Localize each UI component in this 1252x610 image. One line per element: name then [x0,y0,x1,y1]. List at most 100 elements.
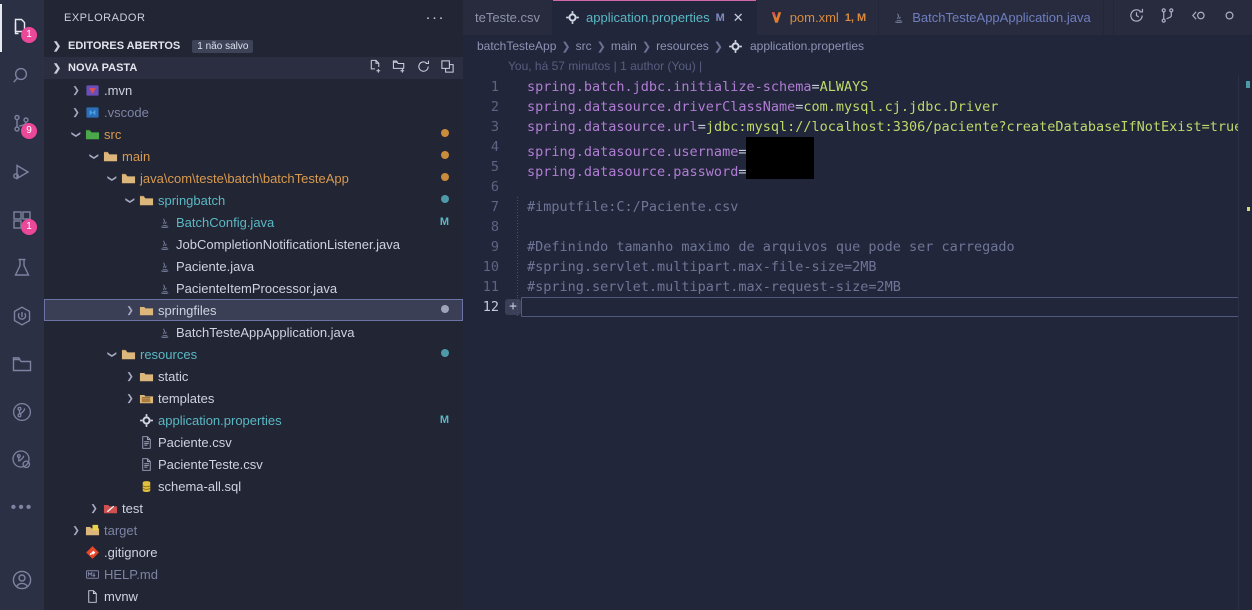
new-file-icon[interactable] [368,59,383,77]
code-token: #imputfile:C:/Paciente.csv [527,199,739,215]
tree-item-help-md[interactable]: HELP.md [44,563,463,585]
git-status-dot [441,150,449,162]
activity-bar-more-button[interactable]: ••• [0,484,44,532]
section-open-editors[interactable]: ❯ EDITORES ABERTOS 1 não salvo [44,35,463,57]
line-number: 8 [463,217,509,237]
tree-item-templates[interactable]: ❯ templates [44,387,463,409]
code-line[interactable]: spring.datasource.username= [509,137,1252,160]
code-line[interactable]: #imputfile:C:/Paciente.csv [509,197,1252,217]
activity-item-testing[interactable] [0,244,44,292]
tree-item-label: PacienteItemProcessor.java [176,280,338,296]
tree-item-schema-all-sql[interactable]: schema-all.sql [44,475,463,497]
close-icon[interactable]: ✕ [733,10,744,26]
tree-item-label: schema-all.sql [158,478,242,494]
file-tree[interactable]: ❯ .mvn ❯ .vscode ❯ src ❯ main ❯ java\com\teste\ba… [44,79,463,610]
code-line[interactable]: #spring.servlet.multipart.max-request-si… [509,277,1252,297]
code-line[interactable]: spring.datasource.password= [509,157,1252,180]
editor-tab-label: pom.xml [789,10,839,25]
activity-item-explorer[interactable]: 1 [0,4,44,52]
line-number: 2 [463,97,509,117]
breadcrumb-item[interactable]: main [611,39,637,53]
code-line[interactable]: spring.datasource.url=jdbc:mysql://local… [509,117,1252,137]
tree-item-application-properties[interactable]: application.properties M [44,409,463,431]
activity-item-source-control[interactable]: 9 [0,100,44,148]
code-line[interactable] [509,177,1252,197]
activity-bar: 1 9 1 ••• [0,0,44,610]
code-line[interactable]: #Definindo tamanho maximo de arquivos qu… [509,237,1252,257]
activity-item-account[interactable] [0,556,44,604]
tree-item-springbatch[interactable]: ❯ springbatch [44,189,463,211]
code-editor[interactable]: 1 2 3 4 5 6 7 8 9 10 11 12 + spring.batch.jdbc.initi… [463,75,1252,610]
tree-item-label: java\com\teste\batch\batchTesteApp [140,170,349,186]
code-line[interactable]: #spring.servlet.multipart.max-file-size=… [509,257,1252,277]
code-line[interactable]: spring.datasource.driverClassName=com.my… [509,97,1252,117]
new-folder-icon[interactable] [392,59,407,77]
activity-item-run-and-debug[interactable] [0,148,44,196]
activity-item-extensions[interactable]: 1 [0,196,44,244]
maven-folder-icon [82,83,102,98]
section-workspace-folder[interactable]: ❯ NOVA PASTA [44,57,463,79]
gear-file-icon [136,413,156,428]
overview-ruler[interactable] [1238,75,1252,610]
tree-item-label: BatchTesteAppApplication.java [176,324,355,340]
code-line[interactable] [509,217,1252,237]
tree-item-pacienteitemprocessor-java[interactable]: PacienteItemProcessor.java [44,277,463,299]
chevron-down-icon: ❯ [107,350,118,358]
tree-item-springfiles[interactable]: ❯ springfiles [44,299,463,321]
refresh-icon[interactable] [416,59,431,77]
tree-item-paciente-java[interactable]: Paciente.java [44,255,463,277]
open-changes-icon[interactable] [1190,7,1207,29]
tree-item-test[interactable]: ❯ test [44,497,463,519]
editor-tab-teteste-csv[interactable]: teTeste.csv [463,0,554,35]
split-editor-icon[interactable] [1159,7,1176,29]
tree-item-resources[interactable]: ❯ resources [44,343,463,365]
collapse-all-icon[interactable] [440,59,455,77]
activity-item-project-explorer[interactable] [0,340,44,388]
line-number-text: 7 [490,199,499,215]
more-actions-icon[interactable] [1221,7,1238,29]
breadcrumb-item[interactable]: src [576,39,592,53]
tree-item-batchconfig-java[interactable]: BatchConfig.java M [44,211,463,233]
line-number: 11 [463,277,509,297]
line-number: 5 [463,157,509,177]
code-line[interactable] [509,297,1252,317]
editor-tab-application-properties[interactable]: application.properties M ✕ [553,0,757,35]
code-content[interactable]: spring.batch.jdbc.initialize-schema=ALWA… [509,75,1252,610]
line-number: 3 [463,117,509,137]
chevron-down-icon: ❯ [71,130,82,138]
indent-guide [517,197,518,217]
breadcrumb-item[interactable]: resources [656,39,709,53]
chevron-right-icon: ❯ [90,502,98,513]
tree-item-java-com-teste-batch-batchtesteapp[interactable]: ❯ java\com\teste\batch\batchTesteApp [44,167,463,189]
tree-item-batchtesteappapplication-java[interactable]: BatchTesteAppApplication.java [44,321,463,343]
tree-item-static[interactable]: ❯ static [44,365,463,387]
tree-item-main[interactable]: ❯ main [44,145,463,167]
sidebar-more-actions-button[interactable]: ··· [426,9,456,26]
tree-item-pacienteteste-csv[interactable]: PacienteTeste.csv [44,453,463,475]
tree-item--vscode[interactable]: ❯ .vscode [44,101,463,123]
editor-tab-label: BatchTesteAppApplication.java [912,10,1091,25]
code-line[interactable]: spring.batch.jdbc.initialize-schema=ALWA… [509,77,1252,97]
activity-item-spring-boot-dashboard[interactable] [0,292,44,340]
breadcrumb-item[interactable]: batchTesteApp [477,39,556,53]
tree-item-label: mvnw [104,588,138,604]
tree-item-src[interactable]: ❯ src [44,123,463,145]
activity-item-git-graph[interactable] [0,388,44,436]
editor-tab-pom-xml[interactable]: pom.xml 1, M [757,0,880,35]
breadcrumb-item[interactable]: application.properties [750,39,864,53]
activity-item-git-search[interactable] [0,436,44,484]
editor-tab-batchtesteappapplication-java[interactable]: BatchTesteAppApplication.java [879,0,1104,35]
timeline-icon[interactable] [1128,7,1145,29]
breadcrumb[interactable]: batchTesteApp ❯ src ❯ main ❯ resources ❯ applica… [463,35,1252,57]
tree-item-target[interactable]: ❯ target [44,519,463,541]
tree-item-paciente-csv[interactable]: Paciente.csv [44,431,463,453]
tree-item-jobcompletionnotificationlistener-java[interactable]: JobCompletionNotificationListener.java [44,233,463,255]
tree-item-mvnw[interactable]: mvnw [44,585,463,607]
editor-tabs[interactable]: teTeste.csv application.properties M ✕ pom.x… [463,0,1113,35]
plain-file-icon [82,589,102,604]
tree-item-label: PacienteTeste.csv [158,456,263,472]
code-token: com.mysql.cj.jdbc.Driver [803,99,999,115]
activity-item-search[interactable] [0,52,44,100]
tree-item--mvn[interactable]: ❯ .mvn [44,79,463,101]
tree-item--gitignore[interactable]: .gitignore [44,541,463,563]
